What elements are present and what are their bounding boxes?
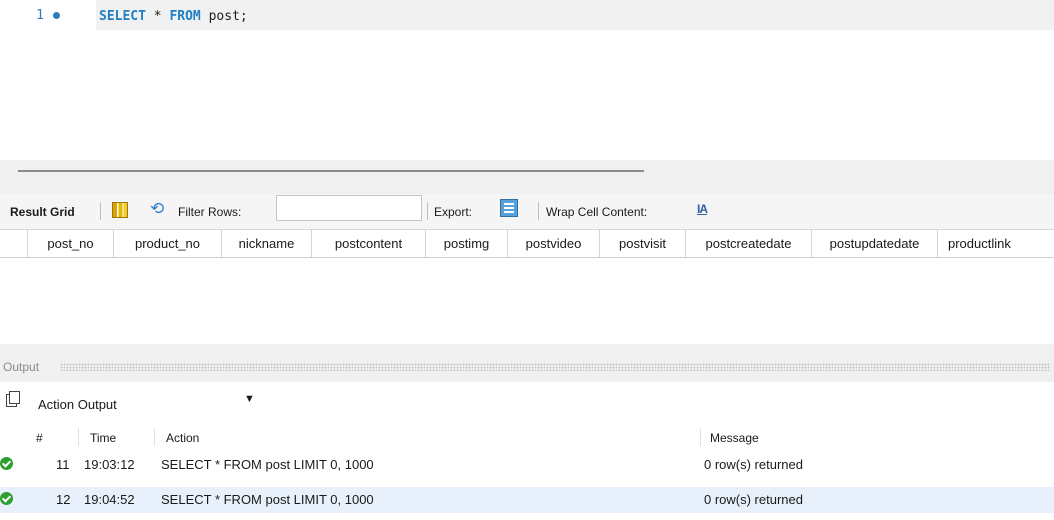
result-toolbar: Result Grid ⟲ Filter Rows: Export: Wrap … [0, 194, 1054, 230]
statement-dot-icon [53, 12, 60, 19]
copy-icon[interactable] [6, 391, 20, 407]
column-header[interactable]: post_no [28, 230, 114, 257]
output-row-message: 0 row(s) returned [704, 457, 803, 472]
output-header-message[interactable]: Message [710, 431, 759, 445]
column-header[interactable]: postcreatedate [686, 230, 812, 257]
output-row-num: 11 [56, 457, 70, 472]
wrap-cell-content-label: Wrap Cell Content: [546, 205, 648, 219]
output-type-value: Action Output [38, 397, 117, 412]
column-header[interactable]: postupdatedate [812, 230, 938, 257]
sql-editor[interactable]: 1 SELECT * FROM post; [0, 0, 1054, 160]
header-separator [700, 428, 701, 446]
toolbar-separator [538, 202, 539, 220]
output-row-time: 19:03:12 [84, 457, 135, 472]
export-label: Export: [434, 205, 473, 219]
horizontal-scrollbar[interactable] [18, 170, 644, 172]
output-title-grip[interactable] [60, 363, 1050, 371]
column-header[interactable]: nickname [222, 230, 312, 257]
success-icon [0, 457, 13, 470]
export-icon[interactable] [500, 199, 518, 217]
output-title: Output [3, 360, 40, 374]
output-row[interactable]: 12 19:04:52 SELECT * FROM post LIMIT 0, … [0, 487, 1054, 513]
output-row[interactable]: 11 19:03:12 SELECT * FROM post LIMIT 0, … [0, 452, 1054, 478]
column-header[interactable]: postcontent [312, 230, 426, 257]
column-header[interactable]: postvideo [508, 230, 600, 257]
output-panel-header: Output [0, 356, 1054, 382]
column-header[interactable]: postimg [426, 230, 508, 257]
output-toolbar: Action Output ▼ [0, 391, 1054, 418]
filter-rows-label: Filter Rows: [178, 205, 242, 219]
row-selector-header[interactable] [0, 230, 28, 257]
output-header-action[interactable]: Action [166, 431, 199, 445]
output-row-action: SELECT * FROM post LIMIT 0, 1000 [161, 492, 374, 507]
output-splitter[interactable] [0, 344, 1054, 356]
sql-keyword-from: FROM [169, 9, 201, 24]
result-grid-body[interactable] [0, 258, 1054, 344]
header-separator [154, 428, 155, 446]
toolbar-separator [427, 202, 428, 220]
output-row-num: 12 [56, 492, 71, 507]
output-row-time: 19:04:52 [84, 492, 135, 507]
column-header[interactable]: productlink [938, 230, 1054, 257]
sql-star: * [145, 9, 170, 24]
wrap-icon[interactable]: IA [697, 202, 708, 216]
output-type-select[interactable]: Action Output [38, 392, 258, 416]
output-header-num[interactable]: # [36, 431, 43, 445]
editor-splitter[interactable] [0, 160, 1054, 194]
column-header[interactable]: postvisit [600, 230, 686, 257]
result-grid-header: post_no product_no nickname postcontent … [0, 230, 1054, 258]
toolbar-separator [100, 202, 101, 220]
sql-table: post; [200, 9, 248, 24]
output-row-message: 0 row(s) returned [704, 492, 803, 507]
line-number: 1 [36, 8, 44, 23]
column-header[interactable]: product_no [114, 230, 222, 257]
output-row-action: SELECT * FROM post LIMIT 0, 1000 [161, 457, 374, 472]
sql-keyword-select: SELECT [99, 9, 146, 24]
header-separator [78, 428, 79, 446]
success-icon [0, 492, 13, 505]
code-line-1[interactable]: 1 SELECT * FROM post; [0, 0, 1054, 30]
chevron-down-icon[interactable]: ▼ [244, 393, 255, 405]
grid-icon[interactable] [112, 202, 128, 218]
sql-statement[interactable]: SELECT * FROM post; [96, 0, 1054, 30]
output-table-header: # Time Action Message [0, 424, 1054, 450]
refresh-icon[interactable]: ⟲ [150, 199, 164, 219]
result-grid-tab[interactable]: Result Grid [10, 205, 75, 219]
output-header-time[interactable]: Time [90, 431, 116, 445]
filter-rows-input[interactable] [276, 195, 422, 221]
